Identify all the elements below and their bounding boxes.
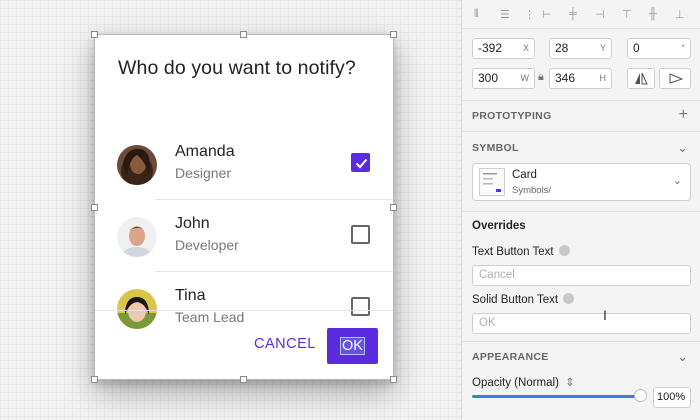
rotation-value: 0 <box>633 41 640 55</box>
text-cursor-icon: I <box>603 307 607 323</box>
opacity-field[interactable]: 100% <box>653 387 691 408</box>
solid-button-text-label: Solid Button Text <box>472 293 575 306</box>
flip-horizontal-icon <box>635 72 648 85</box>
x-value: -392 <box>478 41 503 55</box>
resize-handle[interactable] <box>390 376 397 383</box>
stepper-icon[interactable]: ⇕ <box>565 377 575 389</box>
text-button-text-input[interactable]: Cancel <box>472 265 691 286</box>
rotation-suffix: ° <box>681 43 685 53</box>
x-position-field[interactable]: -392 X <box>472 38 535 59</box>
align-toolbar: ⫴ ☰ ⋮ ⊢ ╪ ⊣ ⊤ ╫ ⊥ <box>462 0 700 28</box>
align-top-icon[interactable]: ⊤ <box>622 8 632 21</box>
footer-divider <box>94 310 394 311</box>
divider <box>462 100 700 101</box>
x-suffix: X <box>522 43 529 53</box>
divider <box>462 28 700 29</box>
avatar <box>117 145 157 185</box>
distribute-horizontal-icon[interactable]: ☰ <box>500 8 510 21</box>
symbol-heading: SYMBOL <box>472 142 519 154</box>
chevron-down-icon[interactable]: ⌄ <box>677 349 688 365</box>
flip-horizontal-button[interactable] <box>627 68 655 89</box>
height-field[interactable]: 346 H <box>549 68 612 89</box>
inspector-panel: ⫴ ☰ ⋮ ⊢ ╪ ⊣ ⊤ ╫ ⊥ -392 X 28 Y 0 ° 300 W … <box>461 0 700 420</box>
opacity-slider-knob[interactable] <box>634 389 647 402</box>
align-center-icon[interactable]: ╪ <box>569 8 577 20</box>
avatar <box>117 217 157 257</box>
notify-checkbox[interactable] <box>351 225 370 244</box>
align-middle-icon[interactable]: ╫ <box>649 8 657 20</box>
resize-handle[interactable] <box>91 376 98 383</box>
person-name: Amanda <box>175 143 235 160</box>
ok-button[interactable]: OK <box>327 328 378 364</box>
distribute-vertical-icon[interactable]: ⋮ <box>524 8 535 21</box>
check-icon <box>355 158 368 169</box>
align-right-edge-icon[interactable]: ⊣ <box>595 8 605 21</box>
align-left-icon[interactable]: ⫴ <box>474 8 479 21</box>
opacity-slider-track[interactable] <box>472 395 642 398</box>
opacity-label-text: Opacity (Normal) <box>472 377 559 389</box>
cancel-button[interactable]: CANCEL <box>254 336 316 352</box>
symbol-thumbnail <box>479 168 505 196</box>
person-role: Designer <box>175 165 232 181</box>
plus-icon[interactable]: + <box>679 106 688 124</box>
y-position-field[interactable]: 28 Y <box>549 38 612 59</box>
text-button-text-label: Text Button Text <box>472 245 570 258</box>
notify-checkbox-checked[interactable] <box>351 153 370 172</box>
flip-vertical-icon <box>669 73 684 84</box>
symbol-name: Card <box>512 169 537 181</box>
resize-handle[interactable] <box>390 204 397 211</box>
width-field[interactable]: 300 W <box>472 68 535 89</box>
divider <box>462 131 700 132</box>
ok-label: OK <box>340 337 365 355</box>
resize-handle[interactable] <box>91 31 98 38</box>
symbol-path: Symbols/ <box>512 185 552 196</box>
w-suffix: W <box>520 73 530 83</box>
resize-handle[interactable] <box>390 31 397 38</box>
solid-button-text-input[interactable]: OK <box>472 313 691 334</box>
h-suffix: H <box>599 73 607 83</box>
person-role: Team Lead <box>175 309 245 325</box>
divider <box>462 341 700 342</box>
notify-checkbox[interactable] <box>351 297 370 316</box>
chevron-down-icon: ⌄ <box>672 175 682 187</box>
flip-vertical-button[interactable] <box>659 68 691 89</box>
resize-handle[interactable] <box>240 376 247 383</box>
list-item[interactable]: Amanda Designer <box>94 128 394 200</box>
align-left-edge-icon[interactable]: ⊢ <box>542 8 552 21</box>
h-value: 346 <box>555 71 576 85</box>
prototyping-heading: PROTOTYPING <box>472 110 552 122</box>
layers-icon <box>563 293 575 304</box>
text-button-label-text: Text Button Text <box>472 246 554 258</box>
rotation-field[interactable]: 0 ° <box>627 38 691 59</box>
design-canvas[interactable]: Who do you want to notify? Amanda Design… <box>0 0 461 420</box>
overrides-heading: Overrides <box>472 220 526 232</box>
w-value: 300 <box>478 71 499 85</box>
list-item[interactable]: John Developer <box>94 200 394 272</box>
opacity-label: Opacity (Normal) ⇕ <box>472 375 575 389</box>
solid-button-label-text: Solid Button Text <box>472 294 559 306</box>
align-bottom-icon[interactable]: ⊥ <box>675 8 685 21</box>
person-role: Developer <box>175 237 239 253</box>
appearance-heading: APPEARANCE <box>472 351 549 363</box>
dialog-title: Who do you want to notify? <box>118 57 356 79</box>
person-name: John <box>175 215 210 232</box>
chevron-down-icon[interactable]: ⌄ <box>677 140 688 156</box>
dialog-card[interactable]: Who do you want to notify? Amanda Design… <box>94 34 394 380</box>
lock-icon[interactable]: 🔒︎ <box>538 71 544 84</box>
layers-icon <box>558 245 570 256</box>
avatar <box>117 289 157 329</box>
divider <box>462 211 700 212</box>
symbol-selector[interactable]: Card Symbols/ ⌄ <box>472 163 691 201</box>
person-name: Tina <box>175 287 206 304</box>
resize-handle[interactable] <box>91 204 98 211</box>
y-suffix: Y <box>599 43 606 53</box>
y-value: 28 <box>555 41 569 55</box>
resize-handle[interactable] <box>240 31 247 38</box>
